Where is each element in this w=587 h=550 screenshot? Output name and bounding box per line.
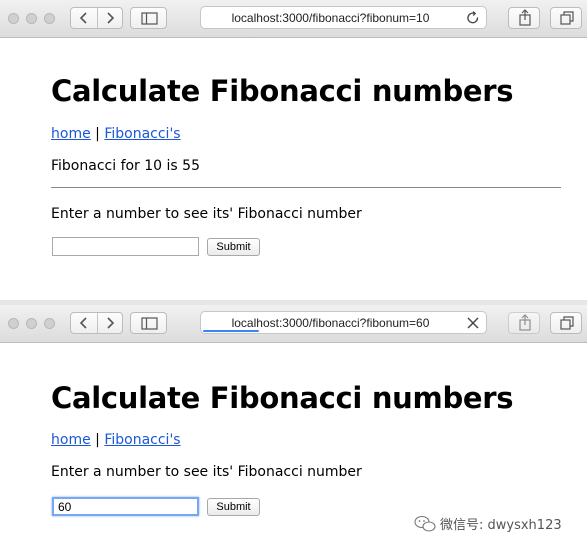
nav-links: home | Fibonacci's: [51, 126, 181, 142]
nav-separator: |: [90, 126, 105, 142]
home-link[interactable]: home: [51, 126, 91, 142]
prompt-text: Enter a number to see its' Fibonacci num…: [51, 464, 362, 480]
page-title: Calculate Fibonacci numbers: [51, 74, 514, 108]
browser-toolbar: localhost:3000/fibonacci?fibonum=60: [0, 305, 587, 343]
watermark-text: 微信号: dwysxh123: [440, 518, 562, 533]
chevron-left-icon: [79, 317, 87, 329]
result-text: Fibonacci for 10 is 55: [51, 158, 200, 174]
zoom-window-button[interactable]: [44, 318, 55, 329]
nav-links: home | Fibonacci's: [51, 432, 181, 448]
sidebar-icon: [141, 12, 158, 25]
share-icon: [519, 314, 531, 331]
sidebar-toggle-button[interactable]: [130, 312, 167, 334]
fibonaccis-link[interactable]: Fibonacci's: [104, 126, 180, 142]
url-text[interactable]: localhost:3000/fibonacci?fibonum=10: [201, 11, 460, 25]
divider: [51, 187, 561, 188]
browser-window-1: localhost:3000/fibonacci?fibonum=10 Calc…: [0, 0, 587, 300]
back-button[interactable]: [71, 313, 97, 333]
close-window-button[interactable]: [8, 318, 19, 329]
home-link[interactable]: home: [51, 432, 91, 448]
url-text[interactable]: localhost:3000/fibonacci?fibonum=60: [201, 316, 460, 330]
chevron-right-icon: [107, 12, 115, 24]
nav-separator: |: [90, 432, 105, 448]
browser-toolbar: localhost:3000/fibonacci?fibonum=10: [0, 0, 587, 38]
forward-button[interactable]: [98, 313, 124, 333]
share-button[interactable]: [508, 312, 540, 334]
submit-button[interactable]: Submit: [207, 238, 260, 256]
tabs-overview-icon: [560, 316, 574, 330]
stop-loading-icon[interactable]: [466, 315, 480, 329]
address-bar[interactable]: localhost:3000/fibonacci?fibonum=10: [200, 6, 487, 29]
show-tabs-button[interactable]: [550, 7, 582, 29]
share-button[interactable]: [508, 7, 540, 29]
reload-icon[interactable]: [466, 10, 480, 24]
sidebar-icon: [141, 317, 158, 330]
history-nav-group: [70, 7, 123, 29]
forward-button[interactable]: [98, 8, 124, 28]
tabs-overview-icon: [560, 11, 574, 25]
minimize-window-button[interactable]: [26, 13, 37, 24]
loading-progress-bar: [203, 330, 259, 332]
show-tabs-button[interactable]: [550, 312, 582, 334]
wechat-icon: [414, 515, 436, 532]
watermark: 微信号: dwysxh123: [414, 514, 562, 533]
fibonaccis-link[interactable]: Fibonacci's: [104, 432, 180, 448]
zoom-window-button[interactable]: [44, 13, 55, 24]
prompt-text: Enter a number to see its' Fibonacci num…: [51, 206, 362, 222]
minimize-window-button[interactable]: [26, 318, 37, 329]
number-input[interactable]: [52, 497, 199, 516]
chevron-right-icon: [107, 317, 115, 329]
close-window-button[interactable]: [8, 13, 19, 24]
submit-button[interactable]: Submit: [207, 498, 260, 516]
page-title: Calculate Fibonacci numbers: [51, 381, 514, 415]
chevron-left-icon: [79, 12, 87, 24]
sidebar-toggle-button[interactable]: [130, 7, 167, 29]
share-icon: [519, 9, 531, 26]
history-nav-group: [70, 312, 123, 334]
address-bar[interactable]: localhost:3000/fibonacci?fibonum=60: [200, 311, 487, 334]
back-button[interactable]: [71, 8, 97, 28]
number-input[interactable]: [52, 237, 199, 256]
